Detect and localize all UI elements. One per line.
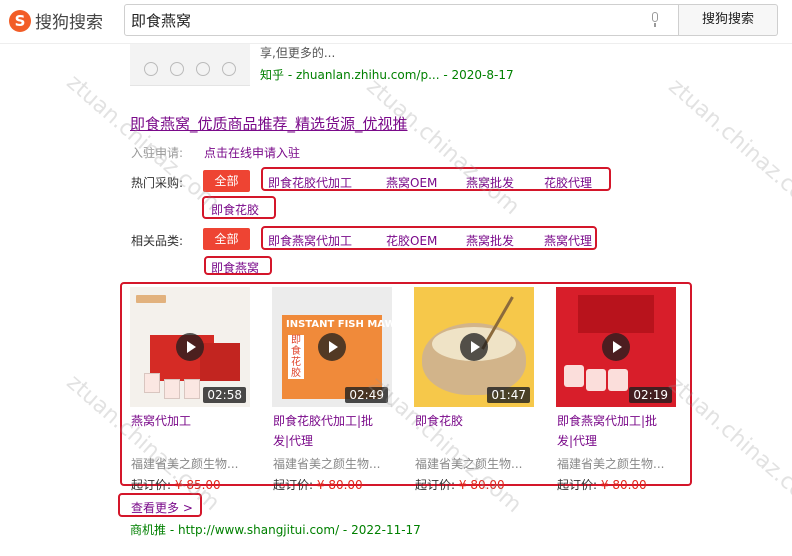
product-title[interactable]: 即食花胶 xyxy=(415,411,550,431)
category-tag[interactable]: 燕窝代理 xyxy=(544,232,592,249)
hot-tag[interactable]: 花胶代理 xyxy=(544,174,592,191)
previous-result-thumbnail[interactable] xyxy=(130,44,250,86)
price-label: 起订价: xyxy=(415,478,456,492)
play-icon[interactable] xyxy=(602,333,630,361)
price-value: ¥ 85.00 xyxy=(174,478,221,492)
company-name: 福建省美之颜生物... xyxy=(131,457,239,471)
hot-all-button[interactable]: 全部 xyxy=(203,170,250,192)
category-tag[interactable]: 即食燕窝代加工 xyxy=(268,232,352,249)
product-title-line[interactable]: 发|代理 xyxy=(557,431,692,451)
video-duration: 01:47 xyxy=(487,387,530,403)
hot-tag[interactable]: 燕窝批发 xyxy=(466,174,514,191)
price-label: 起订价: xyxy=(557,478,598,492)
product-video-thumbnail[interactable]: 01:47 xyxy=(414,287,534,407)
category-tag[interactable]: 花胶OEM xyxy=(386,232,437,249)
product-video-thumbnail[interactable]: 02:19 xyxy=(556,287,676,407)
company-name: 福建省美之颜生物... xyxy=(557,457,665,471)
price-label: 起订价: xyxy=(131,478,172,492)
price-row: 起订价: ¥ 80.00 xyxy=(415,476,505,493)
category-label: 相关品类: xyxy=(131,234,184,248)
entry-label: 入驻申请: xyxy=(131,146,184,160)
play-icon[interactable] xyxy=(460,333,488,361)
result-source[interactable]: 商机推 - http://www.shangjitui.com/ - 2022-… xyxy=(130,521,421,538)
hot-tag[interactable]: 即食花胶 xyxy=(211,201,259,218)
previous-result-snippet: 享,但更多的... xyxy=(260,46,336,60)
search-button[interactable]: 搜狗搜索 xyxy=(679,4,778,36)
price-label: 起订价: xyxy=(273,478,314,492)
price-value: ¥ 80.00 xyxy=(458,478,505,492)
play-icon[interactable] xyxy=(318,333,346,361)
price-row: 起订价: ¥ 80.00 xyxy=(557,476,647,493)
product-title[interactable]: 即食花胶代加工|批 发|代理 xyxy=(273,411,408,451)
price-row: 起订价: ¥ 85.00 xyxy=(131,476,221,493)
watermark: ztuan.chinaz.com xyxy=(663,74,792,220)
sogou-logo[interactable]: S 搜狗搜索 xyxy=(9,8,103,33)
product-title[interactable]: 燕窝代加工 xyxy=(131,411,266,431)
search-box xyxy=(124,4,679,36)
category-tag[interactable]: 即食燕窝 xyxy=(211,259,259,276)
result-title-link[interactable]: 即食燕窝_优质商品推荐_精选货源_优视推 xyxy=(130,113,408,134)
top-bar: S 搜狗搜索 搜狗搜索 xyxy=(0,0,792,44)
previous-result-source[interactable]: 知乎 - zhuanlan.zhihu.com/p... - 2020-8-17 xyxy=(260,66,514,83)
watermark: ztuan.chinaz.com xyxy=(361,74,525,220)
category-all-button[interactable]: 全部 xyxy=(203,228,250,250)
microphone-icon[interactable] xyxy=(650,12,660,28)
product-title-line[interactable]: 发|代理 xyxy=(273,431,408,451)
video-duration: 02:58 xyxy=(203,387,246,403)
thumbnail-icon xyxy=(144,62,158,76)
category-tag[interactable]: 燕窝批发 xyxy=(466,232,514,249)
play-icon[interactable] xyxy=(176,333,204,361)
image-brand-text: INSTANT FISH MAW xyxy=(286,319,392,330)
thumbnail-icon xyxy=(222,62,236,76)
company-name: 福建省美之颜生物... xyxy=(415,457,523,471)
price-value: ¥ 80.00 xyxy=(600,478,647,492)
product-title-line[interactable]: 燕窝代加工 xyxy=(131,411,266,431)
product-video-thumbnail[interactable]: INSTANT FISH MAW 即食花胶 02:49 xyxy=(272,287,392,407)
watermark: ztuan.chinaz.com xyxy=(61,70,225,216)
price-value: ¥ 80.00 xyxy=(316,478,363,492)
sogou-logo-icon: S xyxy=(9,9,31,32)
product-title-line[interactable]: 即食燕窝代加工|批 xyxy=(557,411,692,431)
search-input[interactable] xyxy=(131,5,641,35)
hot-purchase-label: 热门采购: xyxy=(131,176,184,190)
image-box-text: 即食花胶 xyxy=(288,335,304,379)
product-title[interactable]: 即食燕窝代加工|批 发|代理 xyxy=(557,411,692,451)
price-row: 起订价: ¥ 80.00 xyxy=(273,476,363,493)
company-name: 福建省美之颜生物... xyxy=(273,457,381,471)
thumbnail-icon xyxy=(196,62,210,76)
hot-tag[interactable]: 燕窝OEM xyxy=(386,174,437,191)
product-title-line[interactable]: 即食花胶 xyxy=(415,411,550,431)
entry-link[interactable]: 点击在线申请入驻 xyxy=(204,144,300,161)
product-title-line[interactable]: 即食花胶代加工|批 xyxy=(273,411,408,431)
logo-text: 搜狗搜索 xyxy=(35,13,103,33)
see-more-link[interactable]: 查看更多 > xyxy=(131,499,193,516)
thumbnail-icon xyxy=(170,62,184,76)
video-duration: 02:49 xyxy=(345,387,388,403)
hot-tag[interactable]: 即食花胶代加工 xyxy=(268,174,352,191)
video-duration: 02:19 xyxy=(629,387,672,403)
product-video-thumbnail[interactable]: 02:58 xyxy=(130,287,250,407)
